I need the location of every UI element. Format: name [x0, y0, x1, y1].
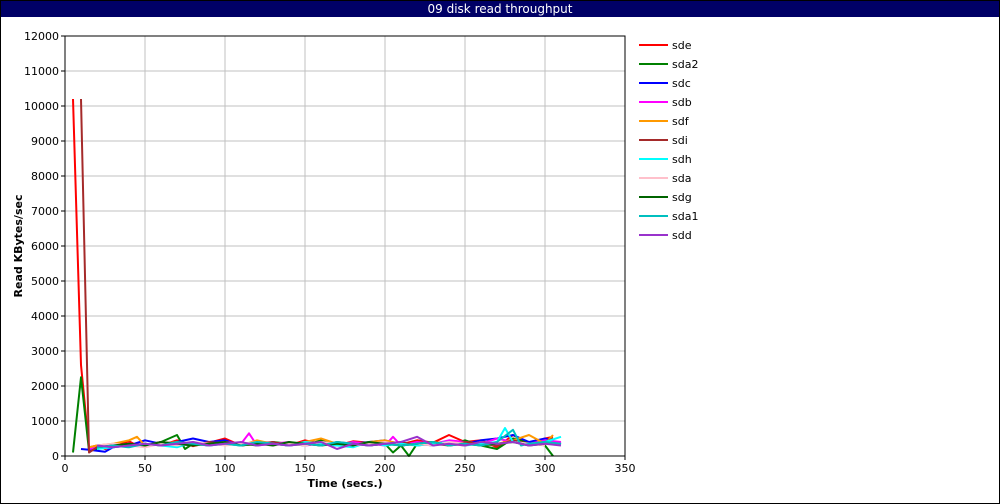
legend-label: sda1 — [672, 210, 698, 223]
chart-window: 09 disk read throughput 0 50 100 150 200 250 3… — [0, 0, 1000, 504]
legend-label: sdi — [672, 134, 688, 147]
legend-item-sda: sda — [639, 172, 691, 185]
y-tick-label: 11000 — [24, 65, 59, 78]
legend-item-sdc: sdc — [639, 77, 691, 90]
y-tick-label: 3000 — [31, 345, 59, 358]
x-tick-label: 250 — [455, 462, 476, 475]
legend-item-sda2: sda2 — [639, 58, 698, 71]
legend-item-sde: sde — [639, 39, 692, 52]
x-tick-label: 100 — [215, 462, 236, 475]
x-tick-label: 150 — [295, 462, 316, 475]
legend-label: sdh — [672, 153, 692, 166]
x-tick-label: 200 — [375, 462, 396, 475]
y-axis-label: Read KBytes/sec — [12, 195, 25, 298]
y-tick-label: 2000 — [31, 380, 59, 393]
y-tick-label: 10000 — [24, 100, 59, 113]
y-tick-label: 1000 — [31, 415, 59, 428]
legend-label: sdg — [672, 191, 692, 204]
legend-label: sda — [672, 172, 691, 185]
x-axis-label: Time (secs.) — [307, 477, 382, 490]
y-tick-label: 4000 — [31, 310, 59, 323]
y-tick-label: 0 — [52, 450, 59, 463]
legend: sde sda2 sdc sdb sdf sdi sdh sda sdg sda1 sdd — [639, 39, 698, 242]
x-tick-label: 0 — [62, 462, 69, 475]
y-tick-label: 6000 — [31, 240, 59, 253]
legend-item-sdg: sdg — [639, 191, 692, 204]
legend-item-sdf: sdf — [639, 115, 690, 128]
x-tick-label: 300 — [535, 462, 556, 475]
legend-label: sdf — [672, 115, 690, 128]
legend-label: sdc — [672, 77, 691, 90]
legend-item-sda1: sda1 — [639, 210, 698, 223]
y-tick-label: 5000 — [31, 275, 59, 288]
legend-label: sdb — [672, 96, 692, 109]
y-tick-label: 8000 — [31, 170, 59, 183]
throughput-line-chart: 0 50 100 150 200 250 300 350 0 1000 2000 3000 4000 50… — [12, 30, 698, 490]
y-tick-label: 7000 — [31, 205, 59, 218]
legend-item-sdb: sdb — [639, 96, 692, 109]
y-tick-label: 12000 — [24, 30, 59, 43]
x-tick-label: 50 — [138, 462, 152, 475]
x-tick-label: 350 — [615, 462, 636, 475]
legend-label: sda2 — [672, 58, 698, 71]
y-tick-label: 9000 — [31, 135, 59, 148]
legend-label: sdd — [672, 229, 692, 242]
legend-item-sdi: sdi — [639, 134, 688, 147]
legend-item-sdh: sdh — [639, 153, 692, 166]
legend-label: sde — [672, 39, 692, 52]
legend-item-sdd: sdd — [639, 229, 692, 242]
